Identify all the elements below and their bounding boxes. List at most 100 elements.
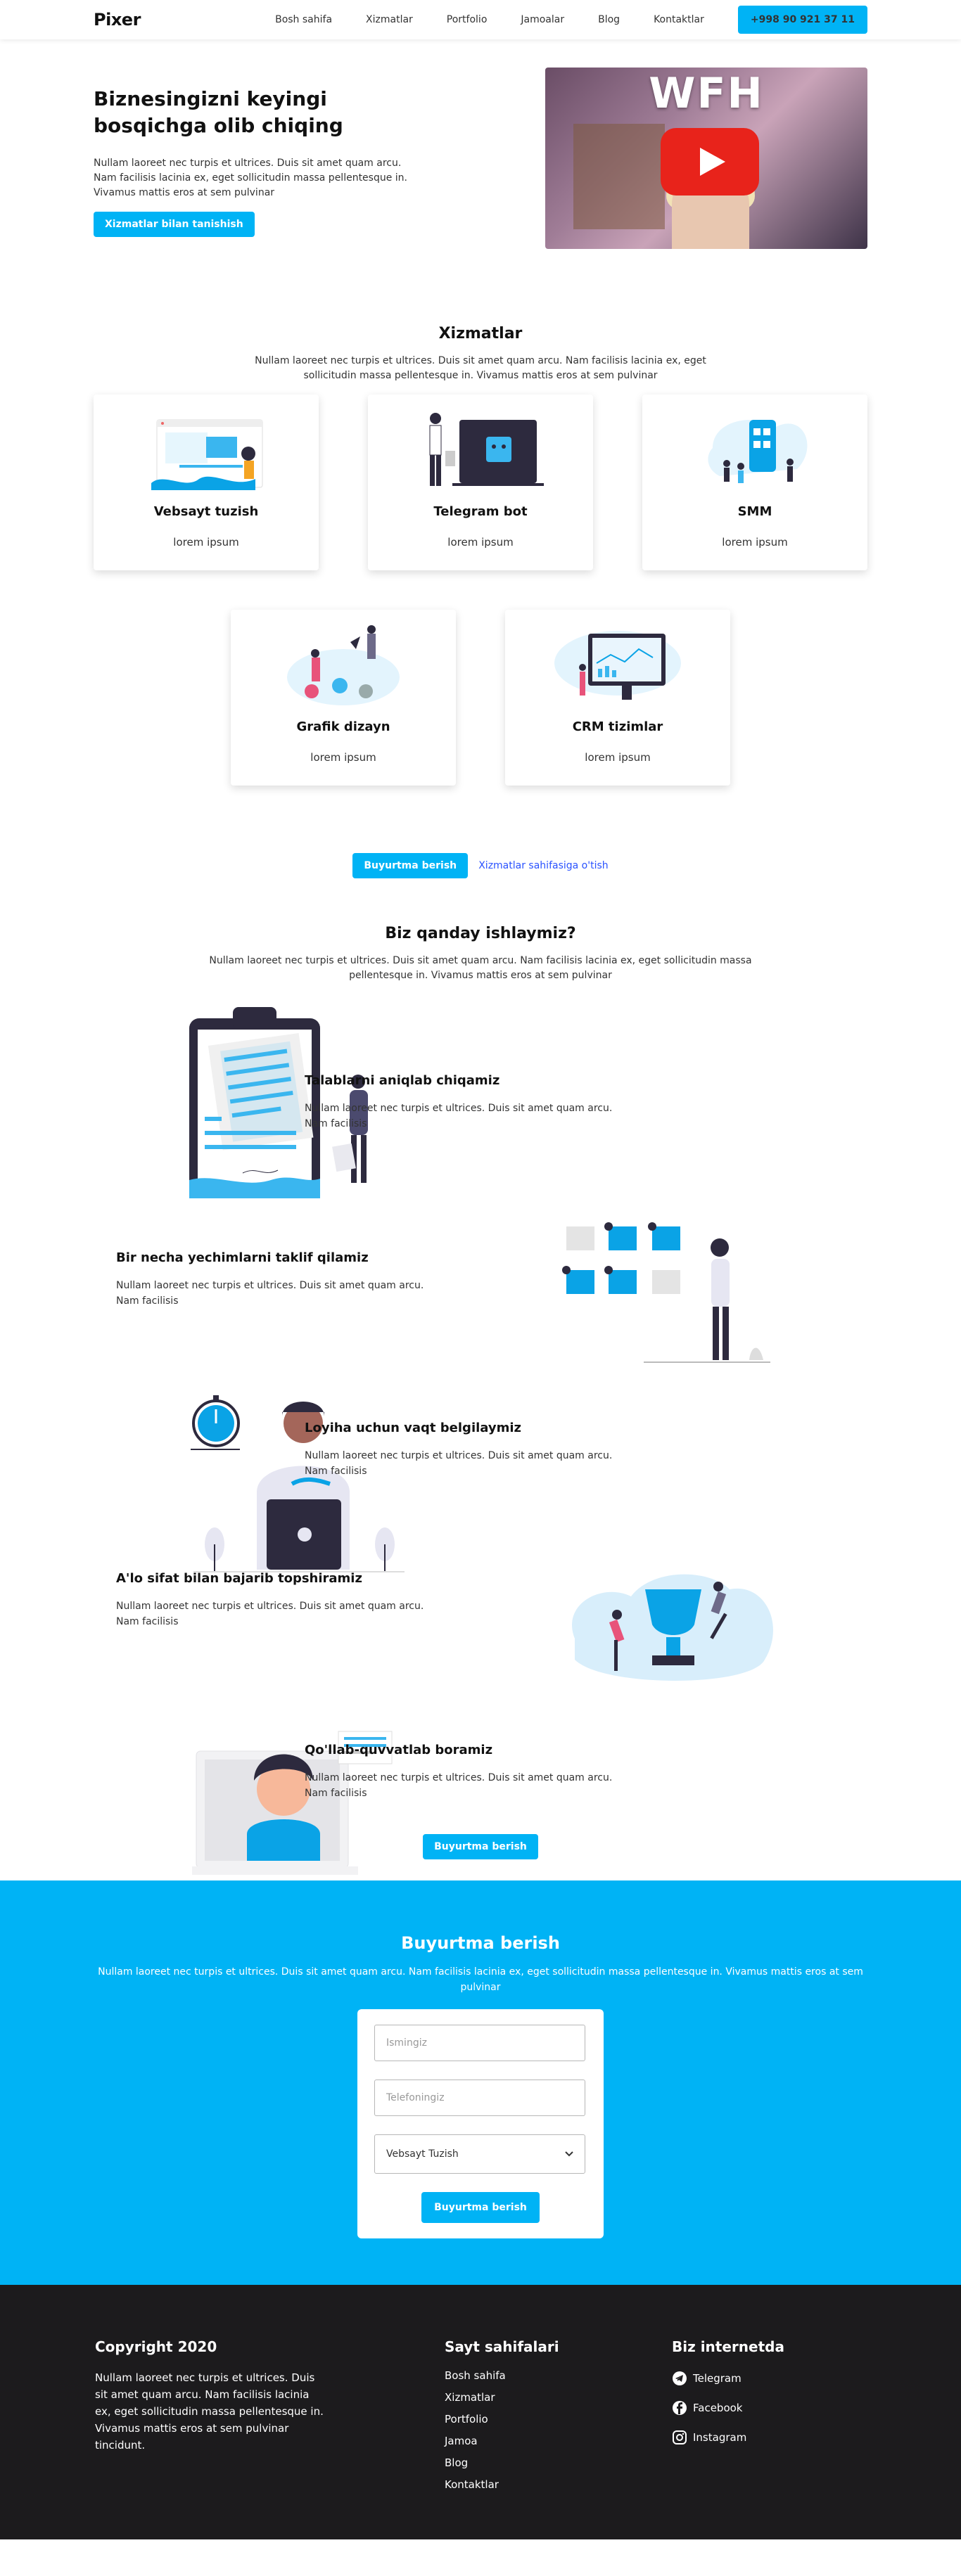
- step-text: Nullam laoreet nec turpis et ultrices. D…: [305, 1103, 613, 1129]
- nav-item-portfolio[interactable]: Portfolio: [447, 14, 488, 25]
- footer-link-portfolio[interactable]: Portfolio: [445, 2413, 672, 2426]
- bot-illustration-icon: [410, 406, 551, 497]
- service-card-text: lorem ipsum: [310, 751, 376, 764]
- footer-pages: Sayt sahifalari Bosh sahifa Xizmatlar Po…: [445, 2338, 672, 2500]
- social-label: Facebook: [693, 2402, 743, 2414]
- step-1: Talablarni aniqlab chiqamiz Nullam laore…: [305, 1073, 635, 1132]
- step-title: Qo'llab-quvvatlab boramiz: [305, 1743, 493, 1757]
- order-button[interactable]: Buyurtma berish: [352, 853, 469, 878]
- service-card-title: Telegram bot: [433, 504, 528, 519]
- service-card-text: lorem ipsum: [447, 536, 514, 549]
- services-section: Xizmatlar Nullam laoreet nec turpis et u…: [0, 271, 961, 878]
- footer-link-team[interactable]: Jamoa: [445, 2435, 672, 2447]
- footer-social-title: Biz internetda: [672, 2338, 784, 2355]
- service-card-title: Vebsayt tuzish: [153, 504, 259, 519]
- main-menu: Bosh sahifa Xizmatlar Portfolio Jamoalar…: [275, 6, 867, 34]
- service-card-title: SMM: [737, 504, 772, 519]
- services-title: Xizmatlar: [438, 325, 523, 342]
- smm-illustration-icon: [685, 406, 825, 497]
- service-card-telegram-bot[interactable]: Telegram bot lorem ipsum: [368, 395, 593, 570]
- hero-section: Biznesingizni keyingi bosqichga olib chi…: [0, 39, 961, 271]
- hero-description: Nullam laoreet nec turpis et ultrices. D…: [94, 158, 408, 198]
- phone-button[interactable]: +998 90 921 37 11: [737, 6, 867, 34]
- step-title: A'lo sifat bilan bajarib topshiramiz: [116, 1571, 362, 1586]
- footer-copyright: Copyright 2020: [95, 2338, 217, 2355]
- services-intro-button[interactable]: Xizmatlar bilan tanishish: [94, 212, 255, 237]
- social-link-instagram[interactable]: Instagram: [672, 2430, 784, 2445]
- telegram-icon: [672, 2371, 687, 2386]
- phone-field[interactable]: Telefoningiz: [374, 2080, 585, 2116]
- social-label: Instagram: [693, 2431, 747, 2444]
- order-title: Buyurtma berish: [401, 1933, 560, 1953]
- hero-title: Biznesingizni keyingi bosqichga olib chi…: [94, 87, 343, 137]
- service-card-smm[interactable]: SMM lorem ipsum: [642, 395, 867, 570]
- social-link-facebook[interactable]: Facebook: [672, 2400, 784, 2416]
- service-card-text: lorem ipsum: [722, 536, 788, 549]
- service-card-title: Grafik dizayn: [296, 719, 390, 734]
- service-card-website[interactable]: Vebsayt tuzish lorem ipsum: [94, 395, 319, 570]
- step-title: Bir necha yechimlarni taklif qilamiz: [116, 1250, 369, 1265]
- service-select[interactable]: Vebsayt Tuzish: [374, 2134, 585, 2174]
- options-illustration-icon: [559, 1212, 777, 1377]
- step-title: Talablarni aniqlab chiqamiz: [305, 1073, 500, 1088]
- services-subtitle: Nullam laoreet nec turpis et ultrices. D…: [255, 355, 706, 381]
- service-card-title: CRM tizimlar: [572, 719, 663, 734]
- services-actions: Buyurtma berish Xizmatlar sahifasiga o't…: [94, 853, 867, 878]
- hero-video[interactable]: WFH: [545, 68, 867, 249]
- trophy-illustration-icon: [561, 1561, 779, 1691]
- nav-item-services[interactable]: Xizmatlar: [366, 14, 413, 25]
- footer-link-blog[interactable]: Blog: [445, 2456, 672, 2469]
- design-illustration-icon: [273, 621, 414, 712]
- steps-list: Talablarni aniqlab chiqamiz Nullam laore…: [94, 994, 867, 1875]
- footer-about: Copyright 2020 Nullam laoreet nec turpis…: [95, 2338, 445, 2500]
- service-select-value: Vebsayt Tuzish: [386, 2148, 459, 2160]
- name-field[interactable]: Ismingiz: [374, 2025, 585, 2061]
- order-description: Nullam laoreet nec turpis et ultrices. D…: [98, 1966, 863, 1993]
- logo[interactable]: Pixer: [94, 10, 141, 30]
- step-text: Nullam laoreet nec turpis et ultrices. D…: [305, 1772, 613, 1799]
- video-background: [573, 124, 665, 229]
- social-link-telegram[interactable]: Telegram: [672, 2371, 784, 2386]
- nav-item-teams[interactable]: Jamoalar: [521, 14, 564, 25]
- video-caption: WFH: [649, 69, 764, 118]
- footer-links: Bosh sahifa Xizmatlar Portfolio Jamoa Bl…: [445, 2369, 672, 2491]
- step-text: Nullam laoreet nec turpis et ultrices. D…: [116, 1601, 424, 1627]
- footer-link-services[interactable]: Xizmatlar: [445, 2391, 672, 2404]
- footer-description: Nullam laoreet nec turpis et ultrices. D…: [95, 2371, 324, 2452]
- step-3: Loyiha uchun vaqt belgilaymiz Nullam lao…: [305, 1421, 635, 1479]
- step-text: Nullam laoreet nec turpis et ultrices. D…: [116, 1280, 424, 1307]
- instagram-icon: [672, 2430, 687, 2445]
- step-5: Qo'llab-quvvatlab boramiz Nullam laoreet…: [305, 1743, 635, 1801]
- top-navbar: Pixer Bosh sahifa Xizmatlar Portfolio Ja…: [0, 0, 961, 39]
- facebook-icon: [672, 2400, 687, 2416]
- service-cards-row2: Grafik dizayn lorem ipsum CRM tizimlar l…: [94, 610, 867, 786]
- step-2: Bir necha yechimlarni taklif qilamiz Nul…: [116, 1250, 447, 1309]
- service-card-crm[interactable]: CRM tizimlar lorem ipsum: [505, 610, 730, 786]
- step-text: Nullam laoreet nec turpis et ultrices. D…: [305, 1450, 613, 1477]
- service-card-text: lorem ipsum: [585, 751, 651, 764]
- step-title: Loyiha uchun vaqt belgilaymiz: [305, 1421, 522, 1435]
- service-card-text: lorem ipsum: [173, 536, 239, 549]
- order-section: Buyurtma berish Nullam laoreet nec turpi…: [0, 1880, 961, 2285]
- crm-illustration-icon: [547, 621, 688, 712]
- hero-text-block: Biznesingizni keyingi bosqichga olib chi…: [94, 68, 424, 249]
- chevron-down-icon: [565, 2148, 573, 2160]
- footer-social: Biz internetda Telegram Facebook Instagr…: [672, 2338, 784, 2500]
- services-page-link[interactable]: Xizmatlar sahifasiga o'tish: [478, 860, 608, 871]
- service-cards: Vebsayt tuzish lorem ipsum Telegram bot …: [94, 395, 867, 570]
- nav-item-blog[interactable]: Blog: [598, 14, 620, 25]
- step-4: A'lo sifat bilan bajarib topshiramiz Nul…: [116, 1571, 447, 1629]
- how-we-work-section: Biz qanday ishlaymiz? Nullam laoreet nec…: [0, 878, 961, 1875]
- how-title: Biz qanday ishlaymiz?: [385, 925, 576, 942]
- nav-item-contacts[interactable]: Kontaktlar: [654, 14, 704, 25]
- how-subtitle: Nullam laoreet nec turpis et ultrices. D…: [209, 955, 752, 981]
- play-icon[interactable]: [661, 128, 759, 196]
- submit-order-button[interactable]: Buyurtma berish: [421, 2192, 540, 2223]
- footer-link-home[interactable]: Bosh sahifa: [445, 2369, 672, 2382]
- footer-link-contacts[interactable]: Kontaktlar: [445, 2478, 672, 2491]
- service-card-graphic-design[interactable]: Grafik dizayn lorem ipsum: [231, 610, 456, 786]
- social-links: Telegram Facebook Instagram: [672, 2371, 784, 2445]
- nav-item-home[interactable]: Bosh sahifa: [275, 14, 332, 25]
- website-illustration-icon: [136, 406, 276, 497]
- footer-pages-title: Sayt sahifalari: [445, 2338, 559, 2355]
